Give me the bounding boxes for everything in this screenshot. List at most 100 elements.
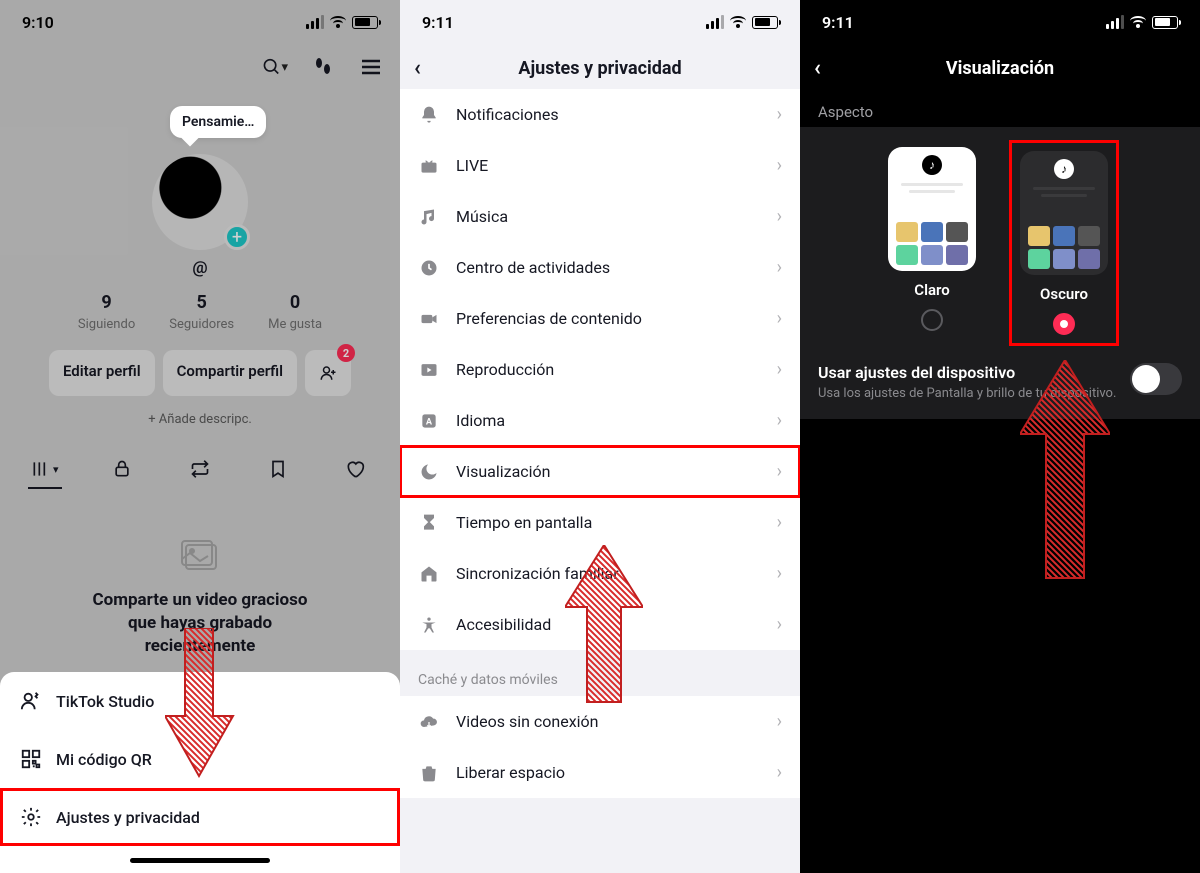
moon-icon (418, 462, 440, 482)
stat-likes[interactable]: 0Me gusta (268, 292, 322, 332)
tab-repost[interactable] (161, 449, 239, 489)
add-description-link[interactable]: + Añade descripc. (0, 412, 400, 427)
settings-item-label: Preferencias de contenido (456, 309, 761, 328)
settings-item-label: Accesibilidad (456, 615, 761, 634)
profile-topbar: ▾ (0, 44, 400, 90)
settings-item-label: Música (456, 207, 761, 226)
settings-item-play[interactable]: Reproducción › (400, 344, 800, 395)
theme-light-preview: ♪ (888, 147, 976, 271)
device-settings-subtitle: Usa los ajustes de Pantalla y brillo de … (818, 386, 1118, 401)
footprint-icon[interactable] (310, 54, 336, 80)
settings-item-bell[interactable]: Notificaciones › (400, 89, 800, 140)
settings-item-label: Centro de actividades (456, 258, 761, 277)
cellular-icon (706, 15, 724, 29)
settings-item-hourglass[interactable]: Tiempo en pantalla › (400, 497, 800, 548)
photo-stack-icon (176, 535, 224, 575)
settings-item-label: Idioma (456, 411, 761, 430)
device-settings-toggle[interactable] (1130, 363, 1182, 395)
music-icon (418, 207, 440, 227)
hamburger-icon[interactable] (358, 54, 384, 80)
settings-item-video[interactable]: Preferencias de contenido › (400, 293, 800, 344)
chevron-right-icon: › (777, 512, 782, 533)
settings-item-home[interactable]: Sincronización familiar › (400, 548, 800, 599)
chevron-right-icon: › (777, 410, 782, 431)
chevron-right-icon: › (777, 104, 782, 125)
sheet-settings-privacy[interactable]: Ajustes y privacidad (0, 788, 400, 846)
theme-dark[interactable]: ♪ Oscuro (1016, 147, 1112, 339)
clock-icon (418, 258, 440, 278)
sheet-qr-code[interactable]: Mi código QR (0, 730, 400, 788)
profile-tabs: ▾ (0, 449, 400, 489)
status-bar: 9:11 (400, 0, 800, 44)
add-friends-button[interactable]: 2 (305, 350, 351, 396)
thought-bubble[interactable]: Pensamie… (170, 106, 266, 138)
empty-line-3: recientemente (145, 636, 256, 656)
svg-text:A: A (426, 417, 433, 427)
tab-bookmark[interactable] (239, 449, 317, 489)
settings-item-clock[interactable]: Centro de actividades › (400, 242, 800, 293)
settings-item-label: Reproducción (456, 360, 761, 379)
theme-dark-radio[interactable] (1053, 313, 1075, 335)
tiktok-icon: ♪ (1054, 159, 1074, 179)
settings-item-music[interactable]: Música › (400, 191, 800, 242)
page-title: Visualización (946, 58, 1054, 79)
chevron-right-icon: › (777, 762, 782, 783)
chevron-right-icon: › (777, 206, 782, 227)
settings-item-cloud[interactable]: Videos sin conexión › (400, 696, 800, 747)
settings-item-lang[interactable]: A Idioma › (400, 395, 800, 446)
theme-light[interactable]: ♪ Claro (888, 147, 976, 339)
edit-profile-button[interactable]: Editar perfil (49, 350, 155, 396)
status-right (706, 15, 778, 29)
profile-stats: 9Siguiendo 5Seguidores 0Me gusta (0, 292, 400, 332)
live-icon (418, 156, 440, 176)
access-icon (418, 615, 440, 635)
section-aspect-label: Aspecto (800, 89, 1200, 127)
chevron-right-icon: › (777, 257, 782, 278)
phone-settings-screen: 9:11 ‹ Ajustes y privacidad Notificacion… (400, 0, 800, 873)
chevron-right-icon: › (777, 614, 782, 635)
empty-line-1: Comparte un video gracioso (93, 590, 308, 610)
empty-line-2: que hayas grabado (128, 613, 272, 633)
cache-list: Videos sin conexión › Liberar espacio › (400, 696, 800, 798)
back-button[interactable]: ‹ (814, 56, 821, 81)
back-button[interactable]: ‹ (414, 56, 421, 81)
search-icon[interactable]: ▾ (262, 54, 288, 80)
hourglass-icon (418, 513, 440, 533)
sheet-tiktok-studio[interactable]: TikTok Studio (0, 672, 400, 730)
tab-grid[interactable]: ▾ (6, 449, 84, 489)
stat-followers[interactable]: 5Seguidores (169, 292, 234, 332)
section-cache-header: Caché y datos móviles (400, 650, 800, 696)
wifi-icon (1130, 16, 1146, 28)
settings-item-trash[interactable]: Liberar espacio › (400, 747, 800, 798)
header: ‹ Visualización (800, 44, 1200, 89)
share-profile-button[interactable]: Compartir perfil (163, 350, 297, 396)
settings-item-label: Sincronización familiar (456, 564, 761, 583)
phone-profile-screen: 9:10 ▾ Pensamie… + @ 9Siguiendo 5Seguido… (0, 0, 400, 873)
wifi-icon (730, 16, 746, 28)
clock: 9:11 (822, 13, 854, 32)
chevron-right-icon: › (777, 308, 782, 329)
status-right (1106, 15, 1178, 29)
theme-dark-label: Oscuro (1040, 285, 1088, 303)
cellular-icon (1106, 15, 1124, 29)
profile-actions: Editar perfil Compartir perfil 2 (0, 350, 400, 396)
username: @ (0, 258, 400, 278)
battery-icon (1152, 16, 1178, 29)
lang-icon: A (418, 411, 440, 431)
settings-item-live[interactable]: LIVE › (400, 140, 800, 191)
chevron-right-icon: › (777, 711, 782, 732)
tab-liked[interactable] (316, 449, 394, 489)
stat-following[interactable]: 9Siguiendo (78, 292, 135, 332)
theme-light-radio[interactable] (921, 309, 943, 331)
wifi-icon (330, 16, 346, 28)
tab-private[interactable] (84, 449, 162, 489)
status-right (306, 15, 378, 29)
header: ‹ Ajustes y privacidad (400, 44, 800, 89)
settings-item-moon[interactable]: Visualización › (400, 446, 800, 497)
add-story-icon[interactable]: + (224, 224, 250, 250)
avatar[interactable]: + (152, 154, 248, 250)
play-icon (418, 360, 440, 380)
settings-item-access[interactable]: Accesibilidad › (400, 599, 800, 650)
chevron-right-icon: › (777, 563, 782, 584)
settings-item-label: Tiempo en pantalla (456, 513, 761, 532)
